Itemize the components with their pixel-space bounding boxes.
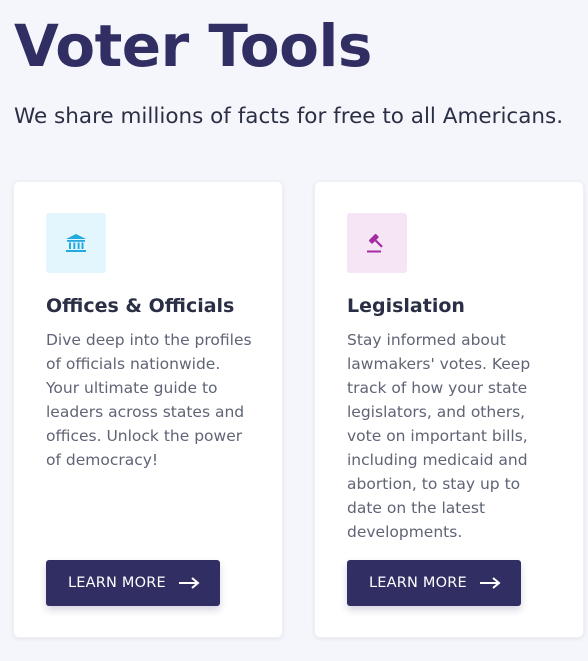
offices-icon-container: [46, 213, 106, 273]
gavel-icon: [367, 233, 383, 253]
button-label: LEARN MORE: [68, 575, 166, 591]
government-building-icon: [66, 234, 86, 252]
card-description: Dive deep into the profiles of officials…: [46, 331, 252, 469]
legislation-card: Legislation Stay informed about lawmaker…: [314, 181, 584, 638]
offices-officials-card: Offices & Officials Dive deep into the p…: [13, 181, 283, 638]
card-title: Offices & Officials: [46, 295, 235, 317]
arrow-right-icon: [178, 577, 200, 589]
arrow-right-icon: [479, 577, 501, 589]
button-label: LEARN MORE: [369, 575, 467, 591]
legislation-learn-more-button[interactable]: LEARN MORE: [347, 560, 521, 606]
offices-learn-more-button[interactable]: LEARN MORE: [46, 560, 220, 606]
page-subtitle: We share millions of facts for free to a…: [14, 104, 564, 129]
voter-tools-page: Voter Tools We share millions of facts f…: [0, 0, 588, 661]
page-title: Voter Tools: [14, 12, 372, 80]
card-description: Stay informed about lawmakers' votes. Ke…: [347, 331, 531, 541]
card-title: Legislation: [347, 295, 465, 317]
legislation-icon-container: [347, 213, 407, 273]
